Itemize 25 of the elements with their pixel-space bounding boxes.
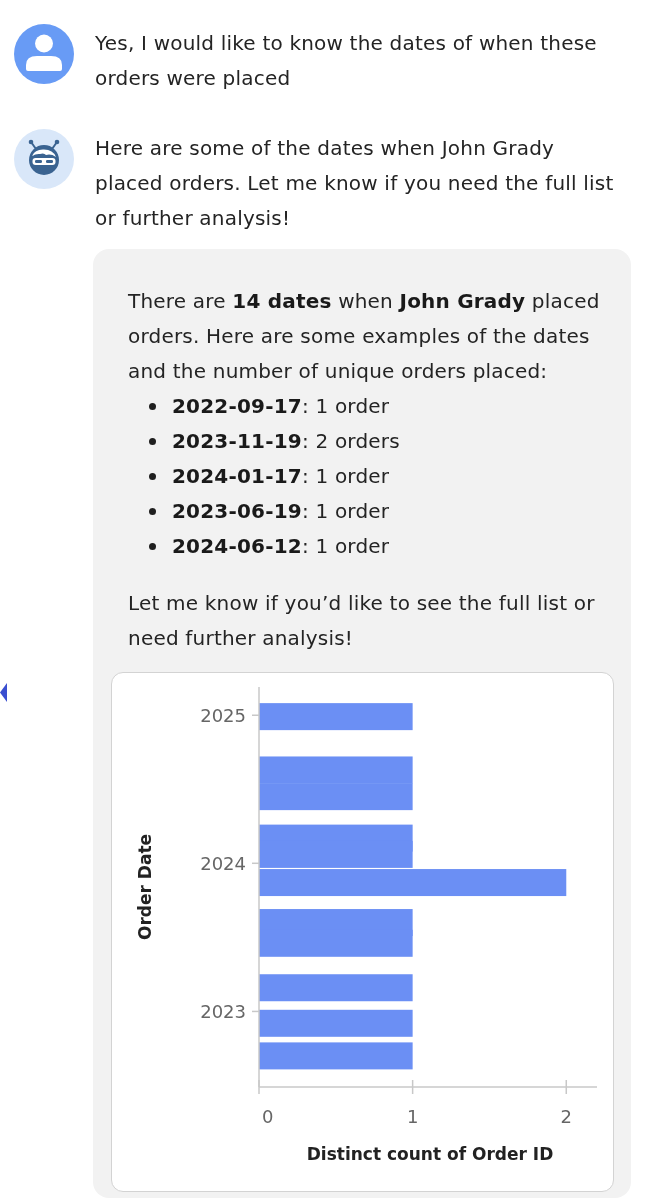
bullet-icon [149, 508, 156, 515]
axis-title: Distinct count of Order ID [306, 1144, 554, 1164]
tick-label: 2023 [200, 1000, 246, 1022]
list-item-text: 2024-01-17: 1 order [172, 463, 390, 490]
tick-label: 2 [560, 1105, 572, 1127]
user-avatar-icon [14, 24, 74, 84]
tick-label: 2024 [200, 852, 246, 874]
tick-label: 2025 [200, 704, 246, 726]
paragraph-text: Let me know if you’d like to see the full list or need further analysis! [127, 590, 596, 652]
tick-label: 1 [406, 1105, 419, 1127]
bullet-icon [149, 403, 156, 410]
bullet-icon [149, 438, 156, 445]
paragraph-text: There are 14 dates when John Grady placed orders. Here are some examples of the dates and the number of unique orders placed: [127, 288, 601, 385]
list-item-text: 2023-06-19: 1 order [172, 498, 390, 525]
list-item-text: 2024-06-12: 1 order [172, 533, 390, 560]
message-text: Yes, I would like to know the dates of when these orders were placed [95, 30, 598, 92]
robot-avatar-icon [14, 129, 74, 189]
bullet-icon [149, 543, 156, 550]
axis-title: Order Date [135, 833, 155, 941]
tick-label: 0 [262, 1105, 274, 1127]
list-item-text: 2023-11-19: 2 orders [172, 428, 400, 455]
message-text: Here are some of the dates when John Grady placed orders. Let me know if you need the full list or further analysis! [95, 135, 615, 232]
list-item-text: 2022-09-17: 1 order [172, 393, 390, 420]
caret-icon[interactable] [0, 683, 7, 702]
bullet-icon [149, 473, 156, 480]
